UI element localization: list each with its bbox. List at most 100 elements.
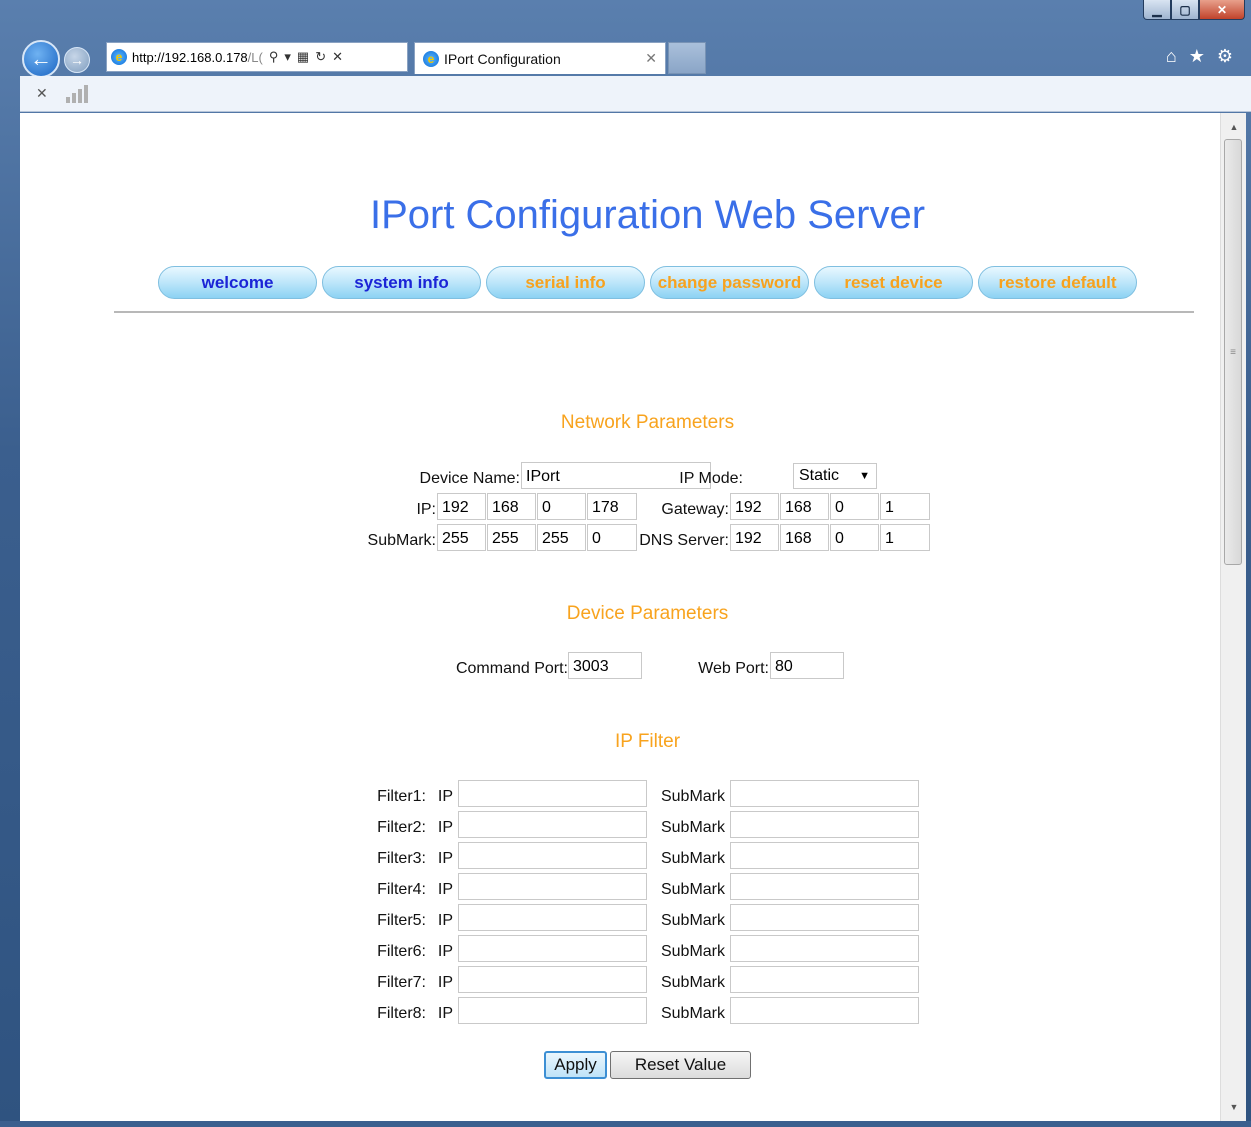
address-text: http://192.168.0.178/L( <box>132 49 263 65</box>
filter-ip-input[interactable] <box>458 780 647 807</box>
filter-submask-input[interactable] <box>730 966 919 993</box>
submask-octet-2[interactable] <box>487 524 536 551</box>
home-icon[interactable]: ⌂ <box>1166 46 1177 67</box>
close-tab-icon[interactable]: ✕ <box>645 50 657 67</box>
page-content: IPort Configuration Web Server welcome s… <box>20 113 1220 1127</box>
nav-change-password[interactable]: change password <box>650 266 809 299</box>
dropdown-icon[interactable]: ▾ <box>284 49 291 65</box>
submask-octet-4[interactable] <box>587 524 637 551</box>
new-tab-button[interactable] <box>668 42 706 74</box>
filter-submask-input[interactable] <box>730 842 919 869</box>
dns-octet-2[interactable] <box>780 524 829 551</box>
filter-label: Filter8: <box>377 1005 426 1022</box>
ip-filter-heading: IP Filter <box>614 731 681 752</box>
filter-ip-label: IP <box>437 1005 453 1022</box>
tools-gear-icon[interactable]: ⚙ <box>1217 46 1233 67</box>
ip-octet-4[interactable] <box>587 493 637 520</box>
filter-submask-input[interactable] <box>730 997 919 1024</box>
maximize-button[interactable]: ▢ <box>1171 0 1199 20</box>
filter-label: Filter2: <box>377 819 426 836</box>
page-title: IPort Configuration Web Server <box>369 193 926 237</box>
filter-ip-input[interactable] <box>458 997 647 1024</box>
dns-octet-4[interactable] <box>880 524 930 551</box>
filter-submask-input[interactable] <box>730 780 919 807</box>
ip-octet-2[interactable] <box>487 493 536 520</box>
filter-submask-label: SubMark <box>660 943 725 960</box>
command-port-input[interactable] <box>568 652 642 679</box>
minimize-button[interactable]: ▁ <box>1143 0 1171 20</box>
stop-icon[interactable]: ✕ <box>332 49 343 65</box>
scroll-down-arrow-icon[interactable]: ▼ <box>1221 1097 1247 1117</box>
gateway-octet-4[interactable] <box>880 493 930 520</box>
filter-ip-label: IP <box>437 943 453 960</box>
web-port-input[interactable] <box>770 652 844 679</box>
filter-submask-input[interactable] <box>730 873 919 900</box>
refresh-icon[interactable]: ↻ <box>315 49 326 65</box>
filter-ip-input[interactable] <box>458 904 647 931</box>
device-parameters-heading: Device Parameters <box>566 603 729 624</box>
submask-label: SubMark: <box>367 532 436 549</box>
back-arrow-icon: ← <box>30 46 52 71</box>
ie-logo-icon: e <box>111 49 127 65</box>
ip-label: IP: <box>416 501 436 518</box>
web-port-label: Web Port: <box>698 660 769 677</box>
ip-mode-select[interactable]: Static ▼ <box>793 463 877 489</box>
filter-submask-label: SubMark <box>660 912 725 929</box>
scrollbar-thumb[interactable]: ≡ <box>1224 139 1242 565</box>
filter-submask-input[interactable] <box>730 904 919 931</box>
filter-submask-input[interactable] <box>730 811 919 838</box>
dns-server-label: DNS Server: <box>639 532 729 549</box>
nav-system-info[interactable]: system info <box>322 266 481 299</box>
ip-octet-3[interactable] <box>537 493 586 520</box>
back-button[interactable]: ← <box>22 40 60 78</box>
device-name-label: Device Name: <box>419 470 520 487</box>
nav-bar: welcome system info serial info change p… <box>158 266 1137 299</box>
forward-arrow-icon: → <box>70 52 84 68</box>
filter-ip-input[interactable] <box>458 811 647 838</box>
gateway-octet-1[interactable] <box>730 493 779 520</box>
tab-iport-configuration[interactable]: e IPort Configuration ✕ <box>414 42 666 74</box>
filter-submask-label: SubMark <box>660 881 725 898</box>
search-icon[interactable]: ⚲ <box>269 49 279 65</box>
reset-value-button[interactable]: Reset Value <box>610 1051 751 1079</box>
gateway-octet-2[interactable] <box>780 493 829 520</box>
nav-restore-default[interactable]: restore default <box>978 266 1137 299</box>
nav-reset-device[interactable]: reset device <box>814 266 973 299</box>
tab-title: IPort Configuration <box>444 50 561 67</box>
filter-ip-label: IP <box>437 788 453 805</box>
command-port-label: Command Port: <box>455 660 568 677</box>
compatibility-view-icon[interactable]: ▦ <box>297 49 309 65</box>
divider <box>114 311 1194 313</box>
filter-submask-input[interactable] <box>730 935 919 962</box>
filter-label: Filter7: <box>377 974 426 991</box>
filter-submask-label: SubMark <box>660 819 725 836</box>
filter-ip-label: IP <box>437 819 453 836</box>
filter-submask-label: SubMark <box>660 974 725 991</box>
apply-button[interactable]: Apply <box>544 1051 607 1079</box>
submask-octet-1[interactable] <box>437 524 486 551</box>
close-window-button[interactable]: ✕ <box>1199 0 1245 20</box>
nav-welcome[interactable]: welcome <box>158 266 317 299</box>
filter-ip-label: IP <box>437 850 453 867</box>
address-bar[interactable]: e http://192.168.0.178/L( ⚲ ▾ ▦ ↻ ✕ <box>106 42 408 72</box>
filter-ip-input[interactable] <box>458 842 647 869</box>
filter-ip-input[interactable] <box>458 966 647 993</box>
ip-octet-1[interactable] <box>437 493 486 520</box>
nav-serial-info[interactable]: serial info <box>486 266 645 299</box>
gateway-label: Gateway: <box>661 501 729 518</box>
command-bar: ✕ <box>20 76 1251 112</box>
filter-ip-input[interactable] <box>458 935 647 962</box>
favorites-star-icon[interactable]: ★ <box>1189 46 1205 67</box>
close-toolbar-icon[interactable]: ✕ <box>36 85 48 102</box>
submask-octet-3[interactable] <box>537 524 586 551</box>
dns-octet-1[interactable] <box>730 524 779 551</box>
dns-octet-3[interactable] <box>830 524 879 551</box>
forward-button[interactable]: → <box>64 47 90 73</box>
scroll-up-arrow-icon[interactable]: ▲ <box>1221 117 1247 137</box>
ip-mode-label: IP Mode: <box>679 470 743 487</box>
filter-ip-label: IP <box>437 912 453 929</box>
gateway-octet-3[interactable] <box>830 493 879 520</box>
filter-submask-label: SubMark <box>660 850 725 867</box>
vertical-scrollbar[interactable]: ▲ ≡ ▼ <box>1220 113 1246 1121</box>
filter-ip-input[interactable] <box>458 873 647 900</box>
